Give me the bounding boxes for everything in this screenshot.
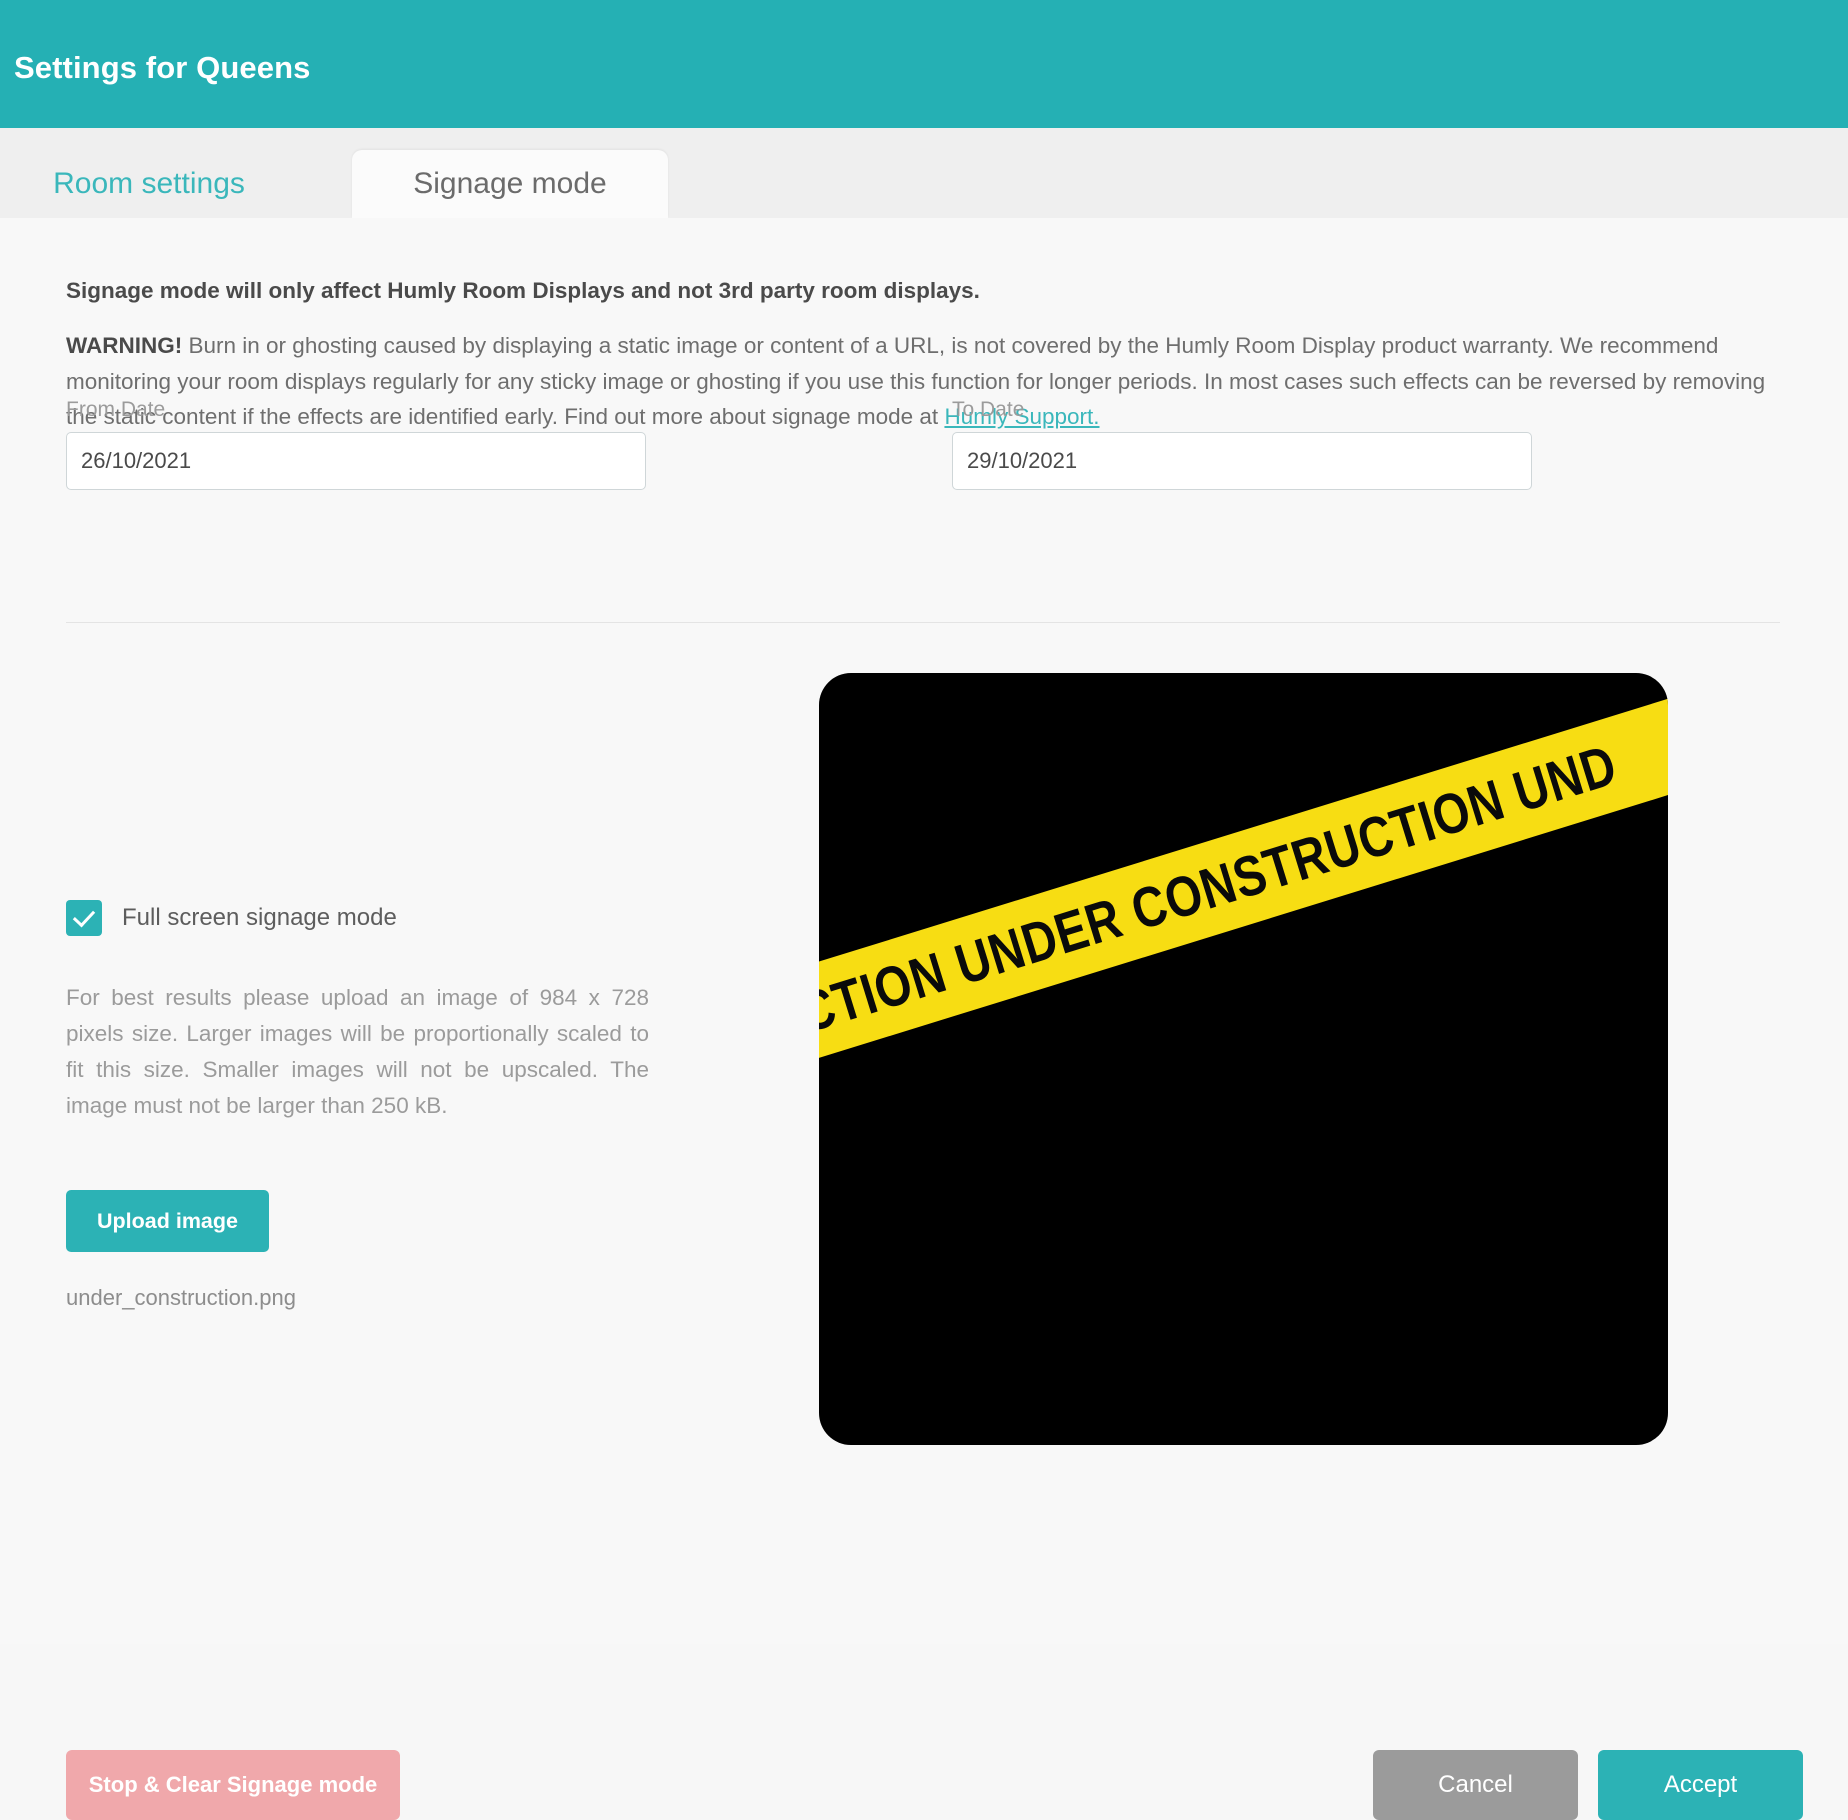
tab-signage-mode[interactable]: Signage mode bbox=[352, 150, 668, 218]
tab-signage-mode-label: Signage mode bbox=[413, 167, 607, 200]
tab-bar: Room settings Signage mode bbox=[0, 128, 1848, 218]
signage-preview-panel: 16:06 CTION UNDER CONSTRUCTION UND bbox=[819, 673, 1668, 1445]
lead-text: Signage mode will only affect Humly Room… bbox=[66, 278, 980, 303]
tab-room-settings[interactable]: Room settings bbox=[14, 150, 284, 218]
page-title: Settings for Queens bbox=[14, 50, 311, 85]
warning-body: Burn in or ghosting caused by displaying… bbox=[66, 333, 1766, 429]
accept-button[interactable]: Accept bbox=[1598, 1750, 1803, 1820]
section-divider bbox=[66, 622, 1780, 623]
warning-prefix: WARNING! bbox=[66, 333, 183, 358]
dialog-body: Signage mode will only affect Humly Room… bbox=[0, 218, 1848, 1820]
upload-image-button[interactable]: Upload image bbox=[66, 1190, 269, 1252]
warning-paragraph: WARNING! Burn in or ghosting caused by d… bbox=[66, 328, 1776, 435]
dialog-header: Settings for Queens bbox=[0, 0, 1848, 128]
from-date-input[interactable] bbox=[66, 432, 646, 490]
signage-mode-settings-dialog: Settings for Queens Room settings Signag… bbox=[0, 0, 1848, 1820]
under-construction-tape: CTION UNDER CONSTRUCTION UND bbox=[819, 673, 1668, 1063]
from-date-label: From Date bbox=[66, 398, 166, 421]
to-date-input[interactable] bbox=[952, 432, 1532, 490]
tab-room-settings-label: Room settings bbox=[53, 167, 245, 200]
fullscreen-signage-checkbox-label: Full screen signage mode bbox=[122, 904, 397, 931]
fullscreen-signage-checkbox-row[interactable]: Full screen signage mode bbox=[66, 900, 397, 936]
to-date-label: To Date bbox=[952, 398, 1025, 421]
cancel-button[interactable]: Cancel bbox=[1373, 1750, 1578, 1820]
under-construction-tape-text: CTION UNDER CONSTRUCTION UND bbox=[819, 732, 1625, 1046]
stop-clear-signage-mode-button[interactable]: Stop & Clear Signage mode bbox=[66, 1750, 400, 1820]
uploaded-filename: under_construction.png bbox=[66, 1285, 296, 1310]
upload-help-text: For best results please upload an image … bbox=[66, 985, 649, 1118]
checkmark-icon[interactable] bbox=[66, 900, 102, 936]
